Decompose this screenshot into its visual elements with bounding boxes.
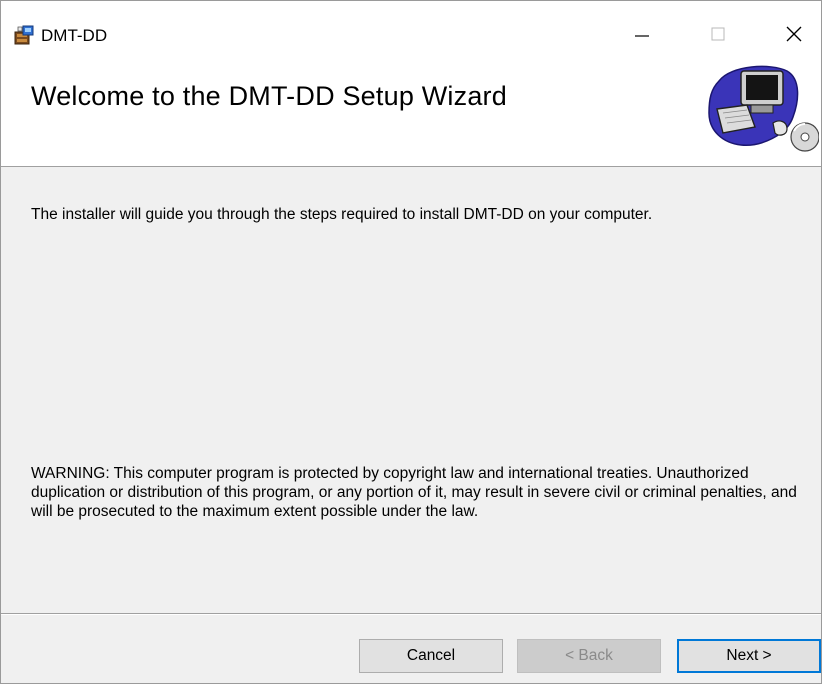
setup-wizard-window: DMT-DD Welcome to the DMT-DD Setup Wizar… (0, 0, 822, 684)
cancel-button[interactable]: Cancel (359, 639, 503, 673)
minimize-icon[interactable] (617, 11, 667, 57)
footer-divider (1, 613, 821, 615)
window-title: DMT-DD (41, 26, 108, 45)
close-icon[interactable] (769, 11, 819, 57)
computer-setup-icon (701, 61, 820, 165)
installer-package-icon (13, 24, 35, 46)
wizard-banner: Welcome to the DMT-DD Setup Wizard (1, 59, 821, 167)
intro-text: The installer will guide you through the… (31, 206, 653, 223)
next-button[interactable]: Next > (677, 639, 821, 673)
title-bar[interactable]: DMT-DD (1, 1, 821, 59)
back-button[interactable]: < Back (517, 639, 661, 673)
copyright-warning-text: WARNING: This computer program is protec… (31, 465, 797, 520)
banner-title: Welcome to the DMT-DD Setup Wizard (31, 81, 507, 111)
maximize-icon[interactable] (693, 11, 743, 57)
